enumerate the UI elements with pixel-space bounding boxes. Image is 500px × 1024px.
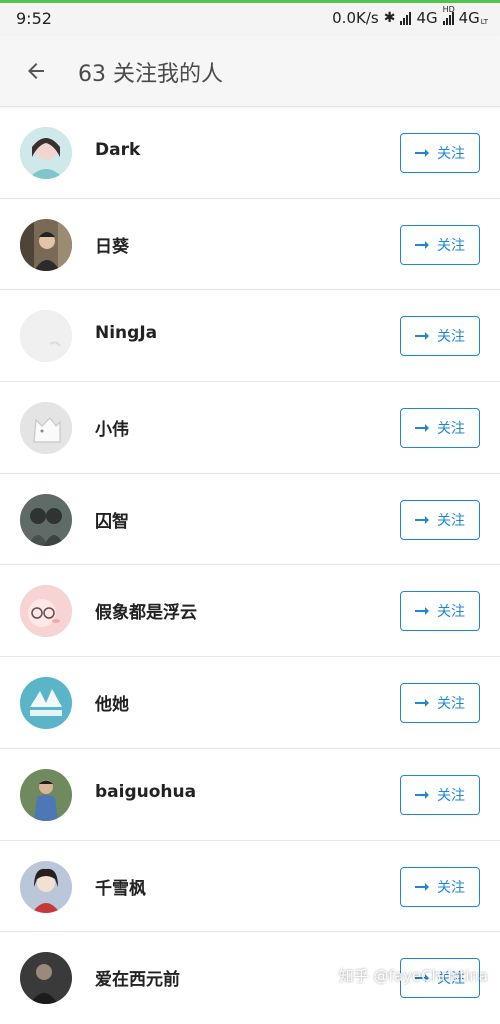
follow-label: 关注 bbox=[437, 879, 465, 896]
follow-label: 关注 bbox=[437, 512, 465, 529]
user-name: 假象都是浮云 bbox=[95, 603, 197, 624]
follow-button[interactable]: 关注 bbox=[400, 408, 480, 449]
arrow-right-icon bbox=[415, 515, 429, 524]
user-name: 爱在西元前 bbox=[95, 970, 180, 991]
avatar[interactable] bbox=[20, 310, 72, 363]
list-item[interactable]: 假象都是浮云 关注 bbox=[0, 565, 500, 658]
follow-button[interactable]: 关注 bbox=[400, 316, 480, 357]
status-time: 9:52 bbox=[16, 9, 52, 28]
user-name: 千雪枫 bbox=[95, 878, 146, 899]
arrow-right-icon bbox=[415, 607, 429, 616]
user-name: 小伟 bbox=[95, 420, 129, 441]
status-indicators: 0.0K/s ✱ 4G HD 4G LT bbox=[332, 5, 488, 28]
user-name: 囚智 bbox=[95, 511, 129, 532]
list-item[interactable]: 他她 关注 bbox=[0, 657, 500, 749]
page-title: 63 关注我的人 bbox=[78, 62, 223, 87]
avatar[interactable] bbox=[20, 952, 72, 1005]
signal-icon-2: HD bbox=[442, 5, 455, 25]
user-name: Dark bbox=[95, 140, 141, 160]
user-name: baiguohua bbox=[95, 781, 197, 802]
avatar[interactable] bbox=[20, 585, 72, 638]
list-item[interactable]: baiguohua 关注 bbox=[0, 749, 500, 841]
follow-label: 关注 bbox=[437, 787, 465, 804]
follow-button[interactable]: 关注 bbox=[400, 133, 480, 173]
arrow-right-icon bbox=[415, 882, 429, 891]
user-name: NingJa bbox=[95, 323, 158, 344]
user-name: 他她 bbox=[95, 695, 129, 716]
follow-label: 关注 bbox=[437, 696, 465, 713]
app-bar: 63 关注我的人 bbox=[0, 36, 500, 107]
list-item[interactable]: 小伟 关注 bbox=[0, 382, 500, 474]
lte-badge: LT bbox=[480, 18, 488, 26]
arrow-right-icon bbox=[415, 240, 429, 249]
follow-label: 关注 bbox=[437, 421, 465, 438]
signal-icon bbox=[400, 11, 412, 25]
avatar[interactable] bbox=[20, 768, 72, 821]
follow-button[interactable]: 关注 bbox=[400, 866, 480, 907]
avatar[interactable] bbox=[20, 127, 72, 179]
list-item[interactable]: 千雪枫 关注 bbox=[0, 841, 500, 933]
network-type-2: 4G bbox=[458, 9, 480, 27]
user-name: 日葵 bbox=[95, 236, 129, 257]
arrow-right-icon bbox=[415, 699, 429, 708]
network-type-1: 4G bbox=[416, 9, 438, 27]
arrow-right-icon bbox=[415, 424, 429, 433]
avatar[interactable] bbox=[20, 493, 72, 546]
follow-button[interactable]: 关注 bbox=[400, 591, 480, 632]
list-item[interactable]: 日葵 关注 bbox=[0, 199, 500, 291]
arrow-left-icon bbox=[28, 63, 44, 79]
follow-button[interactable]: 关注 bbox=[400, 499, 480, 540]
watermark: 知乎 @fayeChristina bbox=[338, 967, 488, 985]
list-item[interactable]: NingJa 关注 bbox=[0, 290, 500, 383]
follow-button[interactable]: 关注 bbox=[400, 224, 480, 265]
list-item[interactable]: Dark 关注 bbox=[0, 107, 500, 199]
back-button[interactable] bbox=[18, 53, 54, 89]
avatar[interactable] bbox=[20, 677, 72, 730]
follower-list: Dark 关注 日葵 关注 NingJa 关注 小伟 关注 囚智 关注 假象都是… bbox=[0, 107, 500, 1024]
arrow-right-icon bbox=[415, 790, 429, 799]
follow-label: 关注 bbox=[437, 146, 465, 162]
bluetooth-icon: ✱ bbox=[383, 10, 396, 26]
follow-button[interactable]: 关注 bbox=[400, 774, 480, 815]
arrow-right-icon bbox=[415, 332, 429, 341]
list-item[interactable]: 囚智 关注 bbox=[0, 474, 500, 566]
avatar[interactable] bbox=[20, 860, 72, 913]
follow-label: 关注 bbox=[437, 604, 465, 621]
arrow-right-icon bbox=[415, 149, 429, 157]
status-bar: 9:52 0.0K/s ✱ 4G HD 4G LT bbox=[0, 0, 500, 36]
follow-label: 关注 bbox=[437, 237, 465, 254]
avatar[interactable] bbox=[20, 402, 72, 455]
network-speed: 0.0K/s bbox=[332, 9, 379, 27]
avatar[interactable] bbox=[20, 218, 72, 271]
hd-badge: HD bbox=[442, 4, 455, 14]
follow-label: 关注 bbox=[437, 329, 465, 346]
follow-button[interactable]: 关注 bbox=[400, 683, 480, 724]
